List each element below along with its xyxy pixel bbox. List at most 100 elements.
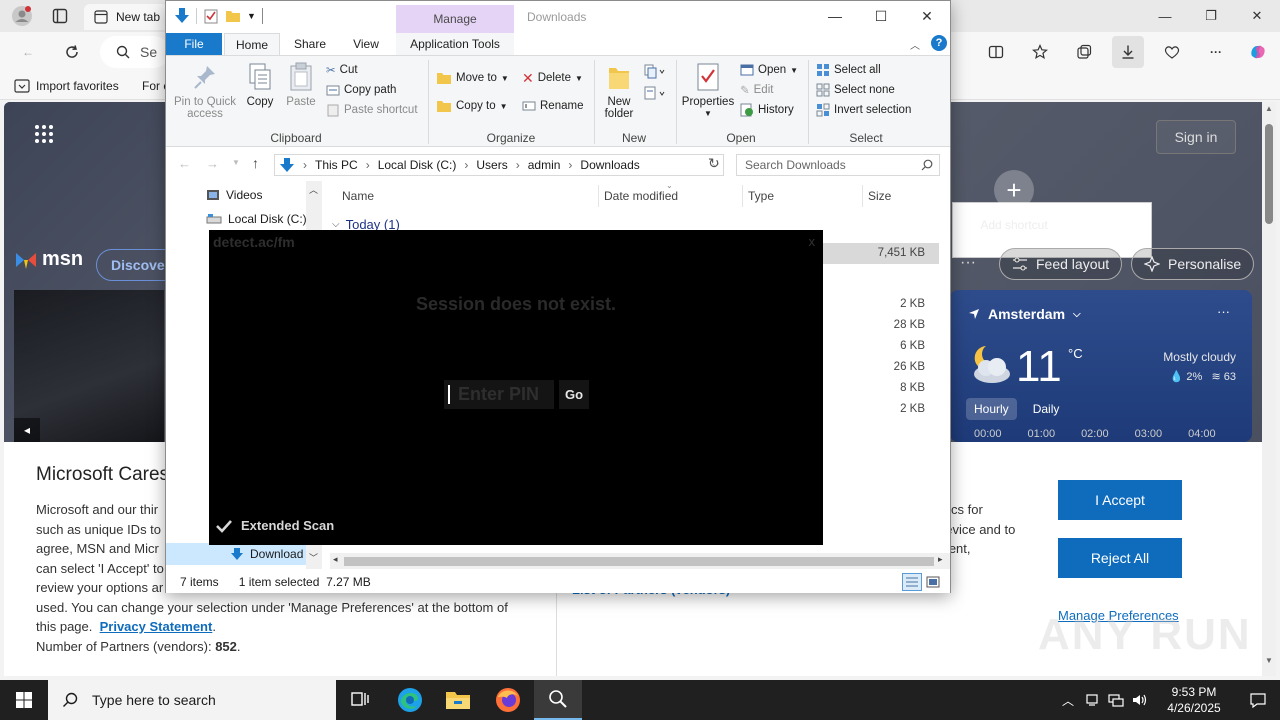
path-segment[interactable]: Local Disk (C:) xyxy=(378,158,457,172)
back-icon[interactable]: ← xyxy=(12,36,44,68)
column-type[interactable]: Type xyxy=(748,189,774,203)
horizontal-scrollbar[interactable]: ◂ ▸ xyxy=(330,553,950,569)
scroll-down-icon[interactable]: ▼ xyxy=(1265,656,1273,665)
copy-button[interactable]: Copy xyxy=(242,62,278,108)
tab-home[interactable]: Home xyxy=(224,33,280,55)
customize-toolbar-icon[interactable]: ▼ xyxy=(247,11,256,21)
explorer-close-button[interactable]: ✕ xyxy=(904,1,950,31)
taskbar-edge[interactable] xyxy=(386,680,434,720)
volume-icon[interactable] xyxy=(1128,693,1152,707)
msn-logo[interactable]: msn xyxy=(14,248,83,271)
tab-application-tools[interactable]: Application Tools xyxy=(396,33,514,55)
move-to-button[interactable]: Move to ▼ xyxy=(436,68,509,88)
edge-close-button[interactable]: ✕ xyxy=(1234,0,1280,32)
copilot-icon[interactable] xyxy=(1242,36,1274,68)
delete-button[interactable]: ✕ Delete ▼ xyxy=(522,68,583,88)
new-item-icon[interactable] xyxy=(644,64,666,80)
scroll-left-icon[interactable]: ◂ xyxy=(333,554,338,565)
refresh-icon[interactable] xyxy=(56,36,88,68)
edge-minimize-button[interactable]: — xyxy=(1142,0,1188,32)
tab-share[interactable]: Share xyxy=(284,33,336,55)
explorer-minimize-button[interactable]: — xyxy=(812,1,858,31)
tab-file[interactable]: File xyxy=(166,33,222,55)
reject-all-button[interactable]: Reject All xyxy=(1058,538,1182,578)
address-path-box[interactable]: › This PC › Local Disk (C:) › Users › ad… xyxy=(274,154,724,176)
tab-actions-icon[interactable] xyxy=(52,8,68,24)
notifications-button[interactable] xyxy=(1236,692,1280,708)
split-screen-icon[interactable] xyxy=(980,36,1012,68)
path-segment[interactable]: Downloads xyxy=(580,158,639,172)
column-size[interactable]: Size xyxy=(868,189,891,203)
path-segment[interactable]: Users xyxy=(476,158,507,172)
download-arrow-icon[interactable] xyxy=(174,7,190,25)
help-icon[interactable]: ? xyxy=(931,35,947,51)
pin-to-quick-access-button[interactable]: Pin to Quick access xyxy=(172,62,238,120)
weather-more-icon[interactable]: ··· xyxy=(1217,304,1230,319)
scroll-right-icon[interactable]: ▸ xyxy=(938,554,943,565)
nav-item-downloads[interactable]: Download xyxy=(230,543,303,565)
path-segment[interactable]: admin xyxy=(528,158,561,172)
edit-button[interactable]: ✎ Edit xyxy=(740,80,798,100)
forward-arrow-icon[interactable]: → xyxy=(206,156,219,171)
path-segment[interactable]: This PC xyxy=(315,158,358,172)
profile-icon[interactable] xyxy=(12,6,32,26)
favorites-icon[interactable] xyxy=(1024,36,1056,68)
taskbar-file-explorer[interactable] xyxy=(434,680,482,720)
scroll-down-icon[interactable]: ﹀ xyxy=(309,551,318,564)
explorer-maximize-button[interactable]: ☐ xyxy=(858,1,904,31)
overlay-close-button[interactable]: x xyxy=(809,234,816,249)
paste-button[interactable]: Paste xyxy=(282,62,320,108)
up-arrow-icon[interactable]: ↑ xyxy=(252,155,259,171)
personalise-button[interactable]: Personalise xyxy=(1131,248,1255,280)
properties-check-icon[interactable] xyxy=(203,8,219,24)
scroll-up-icon[interactable]: ▲ xyxy=(1265,104,1273,113)
go-button[interactable]: Go xyxy=(559,380,589,409)
start-button[interactable] xyxy=(0,680,48,720)
address-bar[interactable]: Se xyxy=(100,36,170,68)
device-icon[interactable] xyxy=(1080,693,1104,707)
downloads-icon[interactable] xyxy=(1112,36,1144,68)
select-none-button[interactable]: Select none xyxy=(816,80,911,100)
scrollbar-thumb[interactable] xyxy=(344,557,934,566)
new-folder-button[interactable]: New folder xyxy=(600,62,638,120)
page-scrollbar[interactable]: ▲ ▼ xyxy=(1262,102,1276,676)
cut-button[interactable]: ✂ Cut xyxy=(326,60,418,80)
edge-restore-button[interactable]: ❐ xyxy=(1188,0,1234,32)
refresh-icon[interactable]: ↻ xyxy=(708,155,720,172)
recent-locations-icon[interactable]: ▼ xyxy=(232,158,240,167)
copy-path-button[interactable]: Copy path xyxy=(326,80,418,100)
copy-to-button[interactable]: Copy to ▼ xyxy=(436,96,509,116)
invert-selection-button[interactable]: Invert selection xyxy=(816,100,911,120)
weather-card[interactable]: Amsterdam ⌵ ··· 11 °C Mostly cloudy 💧 2%… xyxy=(950,290,1252,442)
accept-button[interactable]: I Accept xyxy=(1058,480,1182,520)
settings-more-icon[interactable]: ··· xyxy=(1200,36,1232,68)
column-name[interactable]: Name xyxy=(342,189,374,203)
add-shortcut-tile[interactable]: + Add shortcut xyxy=(974,170,1054,232)
select-all-button[interactable]: Select all xyxy=(816,60,911,80)
weather-tab-daily[interactable]: Daily xyxy=(1025,398,1068,420)
scroll-up-icon[interactable]: ︿ xyxy=(309,183,318,196)
privacy-statement-link[interactable]: Privacy Statement xyxy=(100,619,213,634)
more-icon[interactable]: ··· xyxy=(960,254,976,272)
paste-shortcut-button[interactable]: Paste shortcut xyxy=(326,100,418,120)
details-view-icon[interactable] xyxy=(902,573,922,591)
open-button[interactable]: Open ▼ xyxy=(740,60,798,80)
tab-view[interactable]: View xyxy=(340,33,392,55)
clock[interactable]: 9:53 PM 4/26/2025 xyxy=(1152,684,1236,716)
show-hidden-icons-icon[interactable]: ︿ xyxy=(1056,692,1080,709)
network-icon[interactable] xyxy=(1104,693,1128,707)
properties-button[interactable]: Properties ▼ xyxy=(680,62,736,120)
collapse-ribbon-icon[interactable]: ︿ xyxy=(910,37,920,52)
easy-access-icon[interactable] xyxy=(644,86,666,102)
history-button[interactable]: History xyxy=(740,100,798,120)
apps-grid-icon[interactable] xyxy=(34,124,54,144)
manage-context-tab[interactable]: Manage xyxy=(396,5,514,33)
carousel-prev-icon[interactable]: ◂ xyxy=(14,418,40,442)
extended-scan-checkbox[interactable]: Extended Scan xyxy=(215,518,334,533)
browser-essentials-icon[interactable] xyxy=(1156,36,1188,68)
rename-button[interactable]: Rename xyxy=(522,96,583,116)
weather-location[interactable]: Amsterdam ⌵ xyxy=(968,306,1081,322)
task-view-button[interactable] xyxy=(336,680,384,720)
new-folder-icon[interactable] xyxy=(225,8,241,24)
tab-new-tab[interactable]: New tab xyxy=(84,4,168,30)
